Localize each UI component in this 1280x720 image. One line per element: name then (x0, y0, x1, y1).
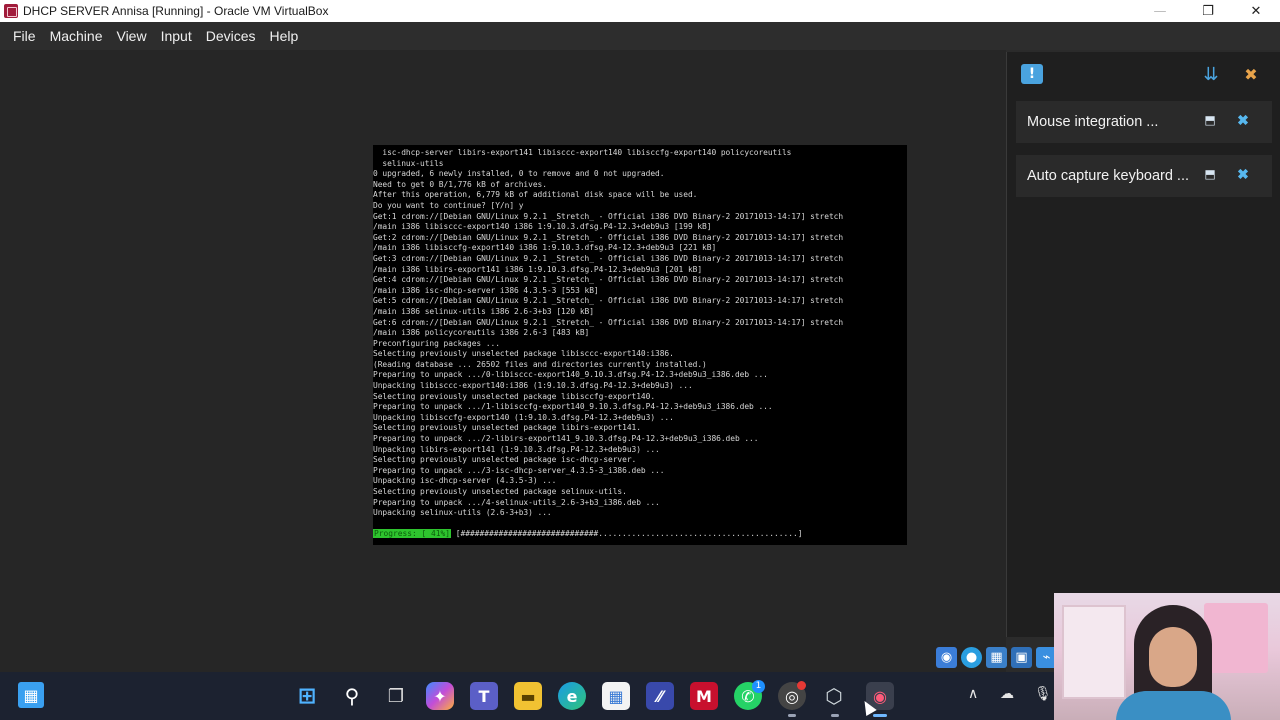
menu-view[interactable]: View (110, 28, 153, 44)
notification-message: Auto capture keyboard ... (1027, 168, 1190, 184)
menu-help[interactable]: Help (264, 28, 306, 44)
notification-icon[interactable]: ! (1021, 64, 1043, 84)
onedrive-icon[interactable]: ☁ (1000, 686, 1014, 702)
notification-auto-capture-keyboard[interactable]: Auto capture keyboard ... ⬒ ✖ (1016, 155, 1272, 197)
show-hidden-icons-icon[interactable]: ∧ (968, 686, 978, 702)
menu-machine[interactable]: Machine (44, 28, 110, 44)
pin-icon[interactable]: ⬒ (1202, 112, 1218, 128)
store-icon[interactable]: ▦ (602, 682, 630, 710)
menu-input[interactable]: Input (155, 28, 199, 44)
pin-icon[interactable]: ⬒ (1202, 166, 1218, 182)
windows-start-icon[interactable]: ⊞ (293, 682, 321, 710)
task-view-icon[interactable]: ❐ (382, 682, 410, 710)
teams-icon[interactable]: T (470, 682, 498, 710)
virtualbox-app-icon (4, 4, 18, 18)
maximize-button[interactable]: ❐ (1184, 0, 1232, 22)
mcafee-icon[interactable]: M (690, 682, 718, 710)
search-icon[interactable]: ⚲ (338, 682, 366, 710)
sort-notifications-icon[interactable]: ⇊ (1200, 64, 1222, 86)
webcam-overlay (1054, 593, 1280, 720)
minimize-button[interactable]: — (1136, 0, 1184, 22)
network-icon[interactable]: ▦ (986, 646, 1007, 668)
notification-message: Mouse integration ... (1027, 114, 1159, 130)
webcam-background (1204, 603, 1268, 673)
vm-status-icons: ◉ ● ▦ ▣ ⌁ (936, 644, 1057, 670)
vscode-icon[interactable]: ⁄⁄ (646, 682, 674, 710)
edge-icon[interactable]: e (558, 682, 586, 710)
window-controls: — ❐ ✕ (1136, 0, 1280, 22)
vm-console[interactable]: isc-dhcp-server libirs-export141 libiscc… (373, 145, 907, 545)
optical-drive-icon[interactable]: ◉ (936, 646, 957, 668)
close-icon[interactable]: ✖ (1235, 166, 1251, 182)
notification-dot (797, 681, 806, 690)
window-title: DHCP SERVER Annisa [Running] - Oracle VM… (23, 4, 329, 18)
audio-icon[interactable]: ● (961, 646, 982, 668)
notification-center: ! ⇊ ✖ Mouse integration ... ⬒ ✖ Auto cap… (1006, 52, 1280, 637)
active-indicator (873, 714, 887, 717)
progress-label: Progress: [ 41%] (373, 529, 452, 538)
dismiss-all-icon[interactable]: ✖ (1239, 64, 1263, 86)
widgets-icon[interactable]: ▦ (18, 682, 44, 708)
webcam-person (1116, 691, 1231, 720)
running-indicator (831, 714, 839, 717)
window-titlebar: DHCP SERVER Annisa [Running] - Oracle VM… (0, 0, 1280, 22)
webcam-person (1149, 627, 1197, 687)
progress-bar: [#############################..........… (451, 529, 808, 538)
virtualbox-icon[interactable]: ⬡ (820, 682, 848, 710)
close-button[interactable]: ✕ (1232, 0, 1280, 22)
menu-bar: File Machine View Input Devices Help (0, 22, 1280, 50)
console-output: isc-dhcp-server libirs-export141 libiscc… (373, 148, 844, 518)
close-icon[interactable]: ✖ (1235, 112, 1251, 128)
menu-file[interactable]: File (7, 28, 43, 44)
running-indicator (788, 714, 796, 717)
webcam-background (1062, 605, 1126, 699)
whatsapp-badge: 1 (752, 680, 765, 693)
notification-header: ! ⇊ ✖ (1007, 52, 1280, 96)
install-progress: Progress: [ 41%] [######################… (373, 528, 907, 540)
microphone-icon[interactable]: 🎙 (1034, 686, 1052, 702)
file-explorer-icon[interactable]: ▬ (514, 682, 542, 710)
copilot-icon[interactable]: ✦ (426, 682, 454, 710)
menu-devices[interactable]: Devices (200, 28, 263, 44)
notification-mouse-integration[interactable]: Mouse integration ... ⬒ ✖ (1016, 101, 1272, 143)
shared-folders-icon[interactable]: ▣ (1011, 646, 1032, 668)
